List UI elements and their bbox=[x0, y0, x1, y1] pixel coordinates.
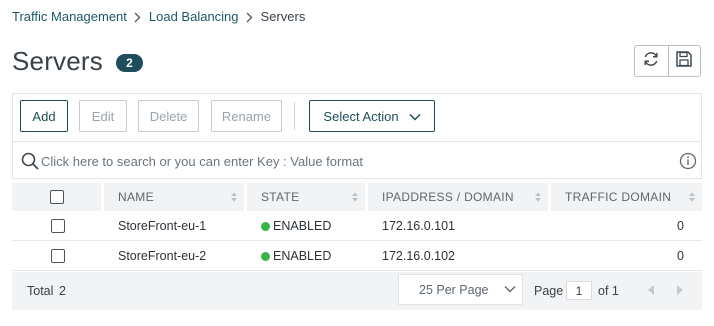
column-header-ipaddress[interactable]: IPADDRESS / DOMAIN bbox=[368, 183, 551, 211]
total-value: 2 bbox=[59, 284, 66, 298]
select-all-checkbox[interactable] bbox=[49, 190, 64, 204]
chevron-down-icon bbox=[409, 109, 421, 124]
server-ipaddress: 172.16.0.101 bbox=[382, 219, 455, 233]
save-button[interactable] bbox=[667, 46, 701, 76]
page-total-label: of 1 bbox=[598, 284, 619, 298]
table-row[interactable]: StoreFront-eu-1 ENABLED 172.16.0.101 0 bbox=[12, 211, 702, 241]
server-state: ENABLED bbox=[247, 241, 368, 271]
table-header: NAME STATE IPADDRESS / DOMAIN TRAFFIC DO… bbox=[12, 183, 702, 211]
search-input[interactable] bbox=[41, 151, 661, 171]
sort-icon bbox=[534, 191, 542, 203]
breadcrumb: Traffic Management Load Balancing Server… bbox=[12, 8, 305, 24]
count-badge: 2 bbox=[116, 54, 143, 72]
select-action-label: Select Action bbox=[323, 108, 399, 124]
add-button[interactable]: Add bbox=[20, 100, 68, 132]
breadcrumb-servers: Servers bbox=[260, 8, 306, 24]
header-action-group bbox=[634, 45, 701, 77]
select-action-dropdown[interactable]: Select Action bbox=[309, 100, 435, 132]
search-icon bbox=[21, 152, 39, 170]
server-name: StoreFront-eu-1 bbox=[118, 219, 207, 233]
chevron-right-icon bbox=[239, 9, 261, 24]
total-label: Total bbox=[27, 284, 54, 298]
per-page-select[interactable]: 25 Per Page bbox=[398, 274, 523, 305]
chevron-right-icon bbox=[127, 9, 149, 24]
sort-icon bbox=[230, 191, 238, 203]
column-header-label: NAME bbox=[118, 190, 154, 204]
previous-page-icon[interactable] bbox=[644, 283, 658, 297]
header-select-all-cell bbox=[12, 183, 104, 211]
table-footer: Total 2 25 Per Page Page of 1 bbox=[12, 272, 702, 310]
column-header-label: STATE bbox=[261, 190, 300, 204]
save-icon bbox=[675, 50, 693, 73]
edit-button[interactable]: Edit bbox=[79, 100, 127, 132]
row-checkbox[interactable] bbox=[51, 249, 65, 263]
toolbar-divider bbox=[294, 102, 295, 130]
refresh-icon bbox=[641, 49, 661, 74]
row-select-cell bbox=[12, 211, 104, 241]
server-ipaddress: 172.16.0.102 bbox=[382, 249, 455, 263]
breadcrumb-load-balancing[interactable]: Load Balancing bbox=[149, 9, 239, 24]
status-dot-icon bbox=[261, 251, 270, 261]
chevron-down-icon bbox=[504, 286, 516, 293]
column-header-label: IPADDRESS / DOMAIN bbox=[382, 190, 514, 204]
search-bar bbox=[12, 141, 702, 179]
row-select-cell bbox=[12, 241, 104, 271]
rename-button[interactable]: Rename bbox=[211, 100, 282, 132]
page-title: Servers bbox=[12, 46, 103, 76]
per-page-value: 25 Per Page bbox=[419, 282, 489, 297]
server-traffic-domain: 0 bbox=[677, 219, 684, 233]
server-state-label: ENABLED bbox=[273, 219, 332, 233]
sort-icon bbox=[688, 191, 696, 203]
info-icon[interactable] bbox=[679, 152, 697, 170]
server-name: StoreFront-eu-2 bbox=[118, 249, 207, 263]
server-traffic-domain: 0 bbox=[677, 249, 684, 263]
column-header-state[interactable]: STATE bbox=[247, 183, 368, 211]
table-row[interactable]: StoreFront-eu-2 ENABLED 172.16.0.102 0 bbox=[12, 241, 702, 271]
next-page-icon[interactable] bbox=[673, 283, 687, 297]
refresh-button[interactable] bbox=[635, 46, 668, 76]
server-state: ENABLED bbox=[247, 211, 368, 241]
delete-button[interactable]: Delete bbox=[138, 100, 199, 132]
breadcrumb-traffic-management[interactable]: Traffic Management bbox=[12, 9, 127, 24]
column-header-label: TRAFFIC DOMAIN bbox=[565, 190, 672, 204]
column-header-traffic-domain[interactable]: TRAFFIC DOMAIN bbox=[551, 183, 702, 211]
column-header-name[interactable]: NAME bbox=[104, 183, 247, 211]
page-label: Page bbox=[534, 284, 564, 298]
status-dot-icon bbox=[261, 221, 270, 231]
toolbar: Add Edit Delete Rename Select Action bbox=[12, 93, 702, 141]
sort-icon bbox=[351, 191, 359, 203]
page-number-input[interactable] bbox=[566, 281, 592, 300]
server-state-label: ENABLED bbox=[273, 249, 332, 263]
servers-table: NAME STATE IPADDRESS / DOMAIN TRAFFIC DO… bbox=[12, 183, 702, 271]
row-checkbox[interactable] bbox=[51, 219, 65, 233]
